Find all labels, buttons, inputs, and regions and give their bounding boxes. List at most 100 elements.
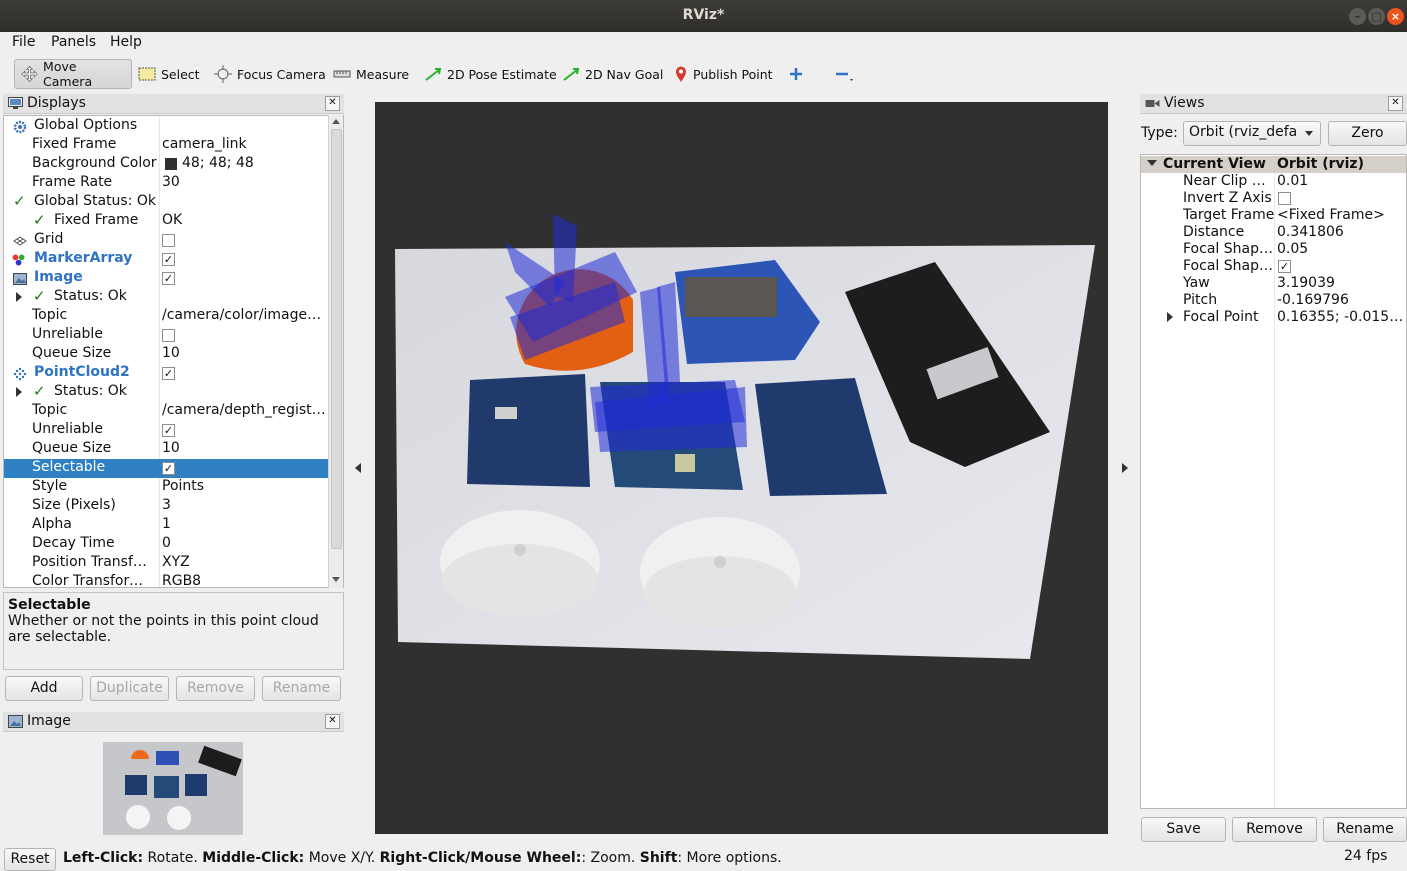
collapse-left-icon[interactable] [355,463,361,473]
row-value[interactable]: 30 [162,174,328,190]
remove-tool-button[interactable] [827,59,863,89]
tree-row-fixed-frame-status[interactable]: ✓ Fixed Frame OK [4,211,330,231]
tree-row-image-status[interactable]: ✓ Status: Ok [4,287,330,307]
scrollbar-thumb[interactable] [331,129,342,549]
row-value[interactable]: Points [162,478,328,494]
row-value[interactable]: RGB8 [162,573,328,587]
image-panel-close-button[interactable]: ✕ [325,714,340,729]
scroll-up-icon[interactable] [332,119,340,124]
menu-panels[interactable]: Panels [51,34,96,50]
pointcloud2-enabled-checkbox[interactable]: ✓ [162,367,175,380]
tree-row-global-options[interactable]: Global Options [4,117,330,136]
view-row-distance[interactable]: Distance 0.341806 [1141,224,1406,241]
tree-row-position-transformer[interactable]: Position Transformer XYZ [4,554,330,573]
row-value[interactable]: 3 [162,497,328,513]
view-row-target-frame[interactable]: Target Frame <Fixed Frame> [1141,207,1406,224]
row-value[interactable]: 0.01 [1277,173,1406,189]
nav-goal-tool[interactable]: 2D Nav Goal [556,59,669,89]
zero-view-button[interactable]: Zero [1328,121,1407,146]
focal-shape-fixed-checkbox[interactable]: ✓ [1278,260,1291,273]
menu-file[interactable]: File [12,34,35,50]
tree-row-pointcloud-status[interactable]: ✓ Status: Ok [4,382,330,402]
publish-point-tool[interactable]: Publish Point [668,59,779,89]
views-close-button[interactable]: ✕ [1388,96,1403,111]
row-value[interactable]: camera_link [162,136,328,152]
scroll-down-icon[interactable] [332,577,340,582]
row-value[interactable]: -0.169796 [1277,292,1406,308]
add-tool-button[interactable] [782,59,810,89]
rename-display-button[interactable]: Rename [262,676,341,701]
move-camera-tool[interactable]: Move Camera [14,59,132,89]
tree-row-alpha[interactable]: Alpha 1 [4,516,330,535]
tree-row-image-unreliable[interactable]: Unreliable [4,326,330,345]
row-value[interactable]: <Fixed Frame> [1277,207,1406,223]
remove-display-button[interactable]: Remove [176,676,255,701]
view-row-focal-shape-size[interactable]: Focal Shape Size 0.05 [1141,241,1406,258]
view-row-pitch[interactable]: Pitch -0.169796 [1141,292,1406,309]
pointcloud-unreliable-checkbox[interactable]: ✓ [162,424,175,437]
pose-estimate-tool[interactable]: 2D Pose Estimate [418,59,563,89]
color-swatch[interactable] [165,158,177,170]
row-value[interactable]: 1 [162,516,328,532]
minimize-button[interactable]: – [1349,8,1366,25]
remove-view-button[interactable]: Remove [1232,817,1317,842]
selectable-checkbox[interactable]: ✓ [162,462,175,475]
maximize-button[interactable]: □ [1368,8,1385,25]
row-value[interactable]: /camera/depth_registered/points [162,402,328,418]
save-view-button[interactable]: Save [1141,817,1226,842]
add-display-button[interactable]: Add [5,676,83,701]
displays-scrollbar[interactable] [328,115,343,588]
expand-arrow-icon[interactable] [16,387,22,397]
row-value[interactable]: 3.19039 [1277,275,1406,291]
displays-close-button[interactable]: ✕ [325,96,340,111]
measure-tool[interactable]: Measure [327,59,415,89]
tree-row-background-color[interactable]: Background Color 48; 48; 48 [4,155,330,174]
row-value[interactable]: 0.16355; -0.0151... [1277,309,1406,325]
tree-row-selectable[interactable]: Selectable ✓ [4,459,330,478]
tree-row-decay-time[interactable]: Decay Time 0 [4,535,330,554]
row-value[interactable]: 0 [162,535,328,551]
row-value[interactable]: /camera/color/image_raw [162,307,328,323]
row-value[interactable]: 48; 48; 48 [162,155,328,171]
expand-arrow-icon[interactable] [1167,312,1173,322]
tree-row-image-topic[interactable]: Topic /camera/color/image_raw [4,307,330,326]
image-enabled-checkbox[interactable]: ✓ [162,272,175,285]
row-value[interactable]: 0.341806 [1277,224,1406,240]
tree-row-global-status[interactable]: ✓ Global Status: Ok [4,192,330,212]
current-view-row[interactable]: Current View Orbit (rviz) [1141,156,1406,173]
duplicate-display-button[interactable]: Duplicate [90,676,169,701]
reset-button[interactable]: Reset [4,848,56,871]
tree-row-color-transformer[interactable]: Color Transformer RGB8 [4,573,330,587]
grid-enabled-checkbox[interactable] [162,234,175,247]
tree-row-marker-array[interactable]: MarkerArray ✓ [4,250,330,269]
view-row-near-clip[interactable]: Near Clip Distance 0.01 [1141,173,1406,190]
image-unreliable-checkbox[interactable] [162,329,175,342]
menu-help[interactable]: Help [110,34,142,50]
view-type-select[interactable]: Orbit (rviz_default_plugins) [1183,121,1321,146]
row-value[interactable]: 0.05 [1277,241,1406,257]
focus-camera-tool[interactable]: Focus Camera [208,59,332,89]
rename-view-button[interactable]: Rename [1323,817,1407,842]
collapse-arrow-icon[interactable] [1147,160,1157,166]
row-value[interactable]: 10 [162,345,328,361]
view-row-invert-z[interactable]: Invert Z Axis [1141,190,1406,207]
tree-row-fixed-frame[interactable]: Fixed Frame camera_link [4,136,330,155]
render-viewport[interactable] [375,102,1108,834]
marker-array-enabled-checkbox[interactable]: ✓ [162,253,175,266]
tree-row-size[interactable]: Size (Pixels) 3 [4,497,330,516]
expand-arrow-icon[interactable] [16,292,22,302]
row-value[interactable]: 10 [162,440,328,456]
point-cloud-scene[interactable] [375,102,1108,834]
tree-row-frame-rate[interactable]: Frame Rate 30 [4,174,330,193]
tree-row-image-queue-size[interactable]: Queue Size 10 [4,345,330,364]
tree-row-pointcloud2[interactable]: PointCloud2 ✓ [4,364,330,383]
row-value[interactable]: XYZ [162,554,328,570]
view-row-yaw[interactable]: Yaw 3.19039 [1141,275,1406,292]
tree-row-pointcloud-topic[interactable]: Topic /camera/depth_registered/points [4,402,330,421]
view-row-focal-shape-fixed[interactable]: Focal Shape Fixed Size ✓ [1141,258,1406,275]
invert-z-checkbox[interactable] [1278,192,1291,205]
collapse-right-icon[interactable] [1122,463,1128,473]
tree-row-pointcloud-queue-size[interactable]: Queue Size 10 [4,440,330,459]
tree-row-style[interactable]: Style Points [4,478,330,497]
tree-row-grid[interactable]: Grid [4,231,330,250]
